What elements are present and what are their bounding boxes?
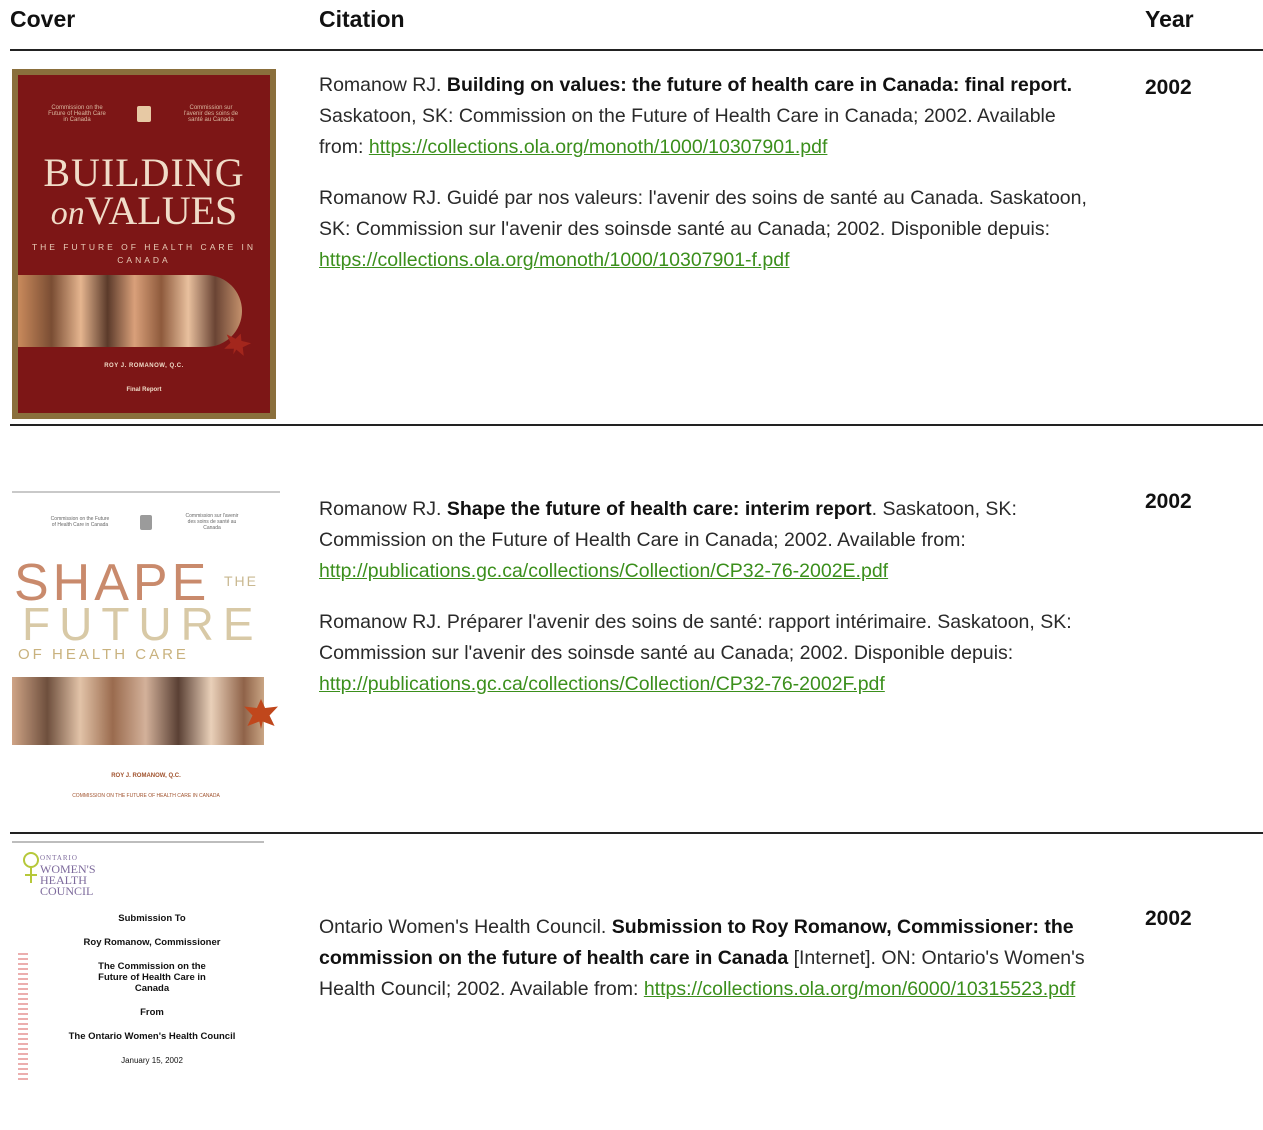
cover-subtitle: THE FUTURE OF HEALTH CARE IN CANADA xyxy=(31,242,257,265)
year-value: 2002 xyxy=(1145,907,1192,930)
cover-title-the: THE xyxy=(224,573,258,589)
side-note-text xyxy=(18,953,28,1083)
row-divider xyxy=(10,832,1263,834)
cover-body: Submission To Roy Romanow, Commissioner … xyxy=(68,913,236,1065)
cover-title-future: FUTURE xyxy=(22,598,263,650)
crest-icon xyxy=(137,106,151,122)
year-value: 2002 xyxy=(1145,490,1192,513)
citation-link[interactable]: http://publications.gc.ca/collections/Co… xyxy=(319,560,888,582)
cover-photo-strip xyxy=(12,677,264,745)
cover-author: ROY J. ROMANOW, Q.C. xyxy=(104,363,184,369)
cover-commission: COMMISSION ON THE FUTURE OF HEALTH CARE … xyxy=(72,793,220,799)
citation-entry: Romanow RJ. Shape the future of health c… xyxy=(319,498,1017,582)
header-divider xyxy=(10,49,1263,51)
column-header-year: Year xyxy=(1145,6,1194,32)
cover-image-owhc-submission: ONTARIO WOMEN'S HEALTH COUNCIL Submissio… xyxy=(12,841,264,1091)
year-value: 2002 xyxy=(1145,76,1192,99)
cover-gov-line: Commission on the Future of Health Care … xyxy=(50,513,239,531)
cover-author: ROY J. ROMANOW, Q.C. xyxy=(111,773,181,779)
cover-photo-strip xyxy=(18,275,242,347)
owhc-logo: ONTARIO WOMEN'S HEALTH COUNCIL xyxy=(40,854,96,898)
citation-entry: Romanow RJ. Préparer l'avenir des soins … xyxy=(319,611,1072,695)
citation-cell: Ontario Women's Health Council. Submissi… xyxy=(319,912,1099,1005)
citation-link[interactable]: https://collections.ola.org/mon/6000/103… xyxy=(644,978,1075,1000)
row-divider xyxy=(10,424,1263,426)
crest-icon xyxy=(140,514,152,530)
venus-symbol-icon xyxy=(23,852,39,883)
cover-subtitle: OF HEALTH CARE xyxy=(18,646,189,663)
cover-gov-line: Commission on the Future of Health Care … xyxy=(48,105,239,123)
citation-cell: Romanow RJ. Building on values: the futu… xyxy=(319,70,1099,276)
citation-link[interactable]: https://collections.ola.org/monoth/1000/… xyxy=(319,249,790,271)
citation-entry: Romanow RJ. Guidé par nos valeurs: l'ave… xyxy=(319,187,1087,271)
citation-entry: Romanow RJ. Building on values: the futu… xyxy=(319,74,1073,158)
citation-link[interactable]: http://publications.gc.ca/collections/Co… xyxy=(319,673,885,695)
column-header-citation: Citation xyxy=(319,6,405,32)
column-header-cover: Cover xyxy=(10,6,76,32)
citation-cell: Romanow RJ. Shape the future of health c… xyxy=(319,494,1099,700)
cover-image-shape-the-future: Commission on the Future of Health Care … xyxy=(12,491,280,823)
cover-report-label: Final Report xyxy=(126,387,162,393)
cover-image-building-on-values: Commission on the Future of Health Care … xyxy=(12,69,276,419)
citation-link[interactable]: https://collections.ola.org/monoth/1000/… xyxy=(369,136,828,158)
citation-entry: Ontario Women's Health Council. Submissi… xyxy=(319,916,1085,1000)
cover-title-2: onVALUES xyxy=(50,188,238,233)
